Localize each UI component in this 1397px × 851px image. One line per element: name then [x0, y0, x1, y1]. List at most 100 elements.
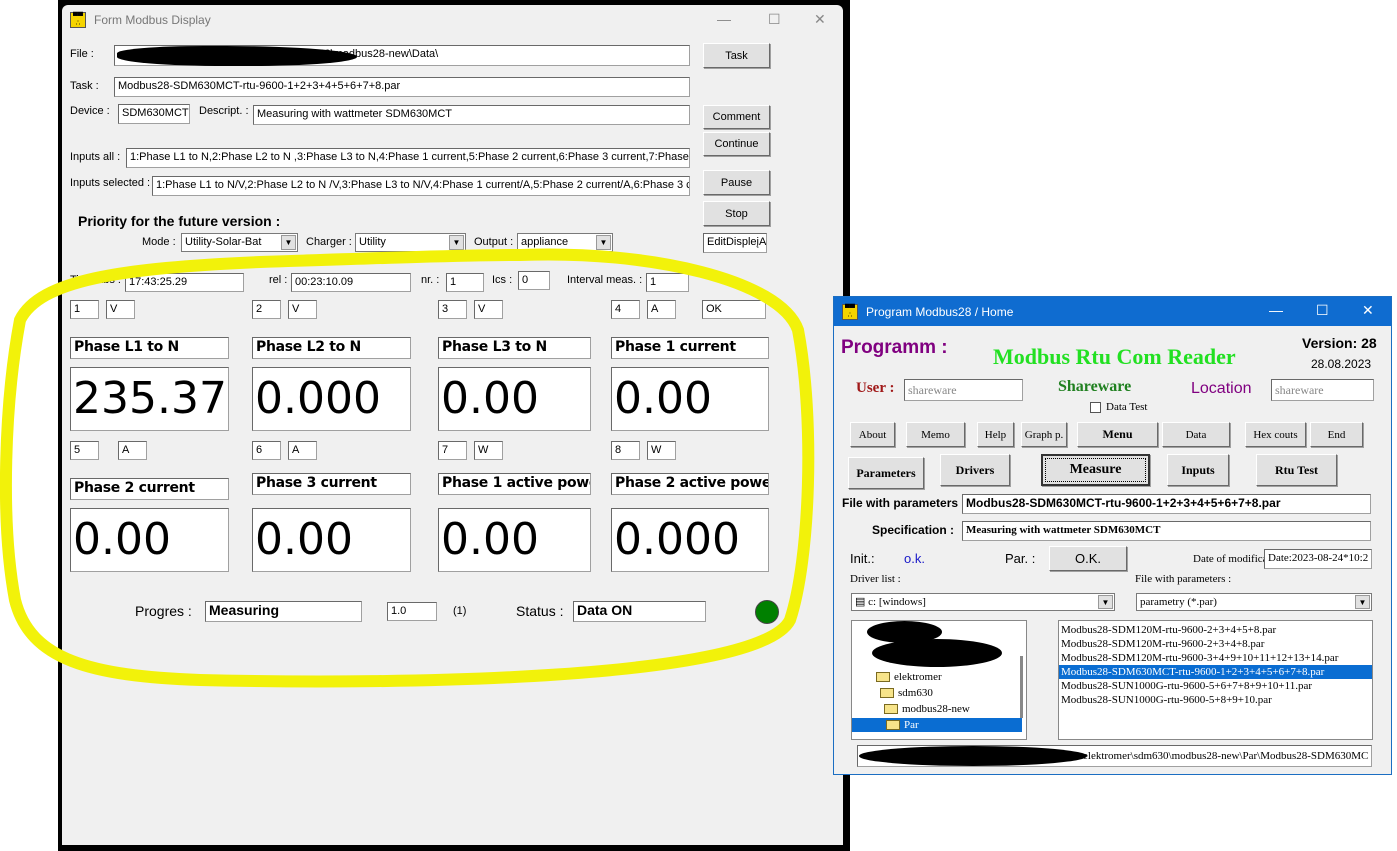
tree-folder[interactable]: modbus28-new	[882, 702, 970, 716]
scrollbar[interactable]	[1020, 656, 1023, 718]
toolbar-button-graph-p[interactable]: Graph p.	[1021, 422, 1067, 447]
toolbar-button-measure[interactable]: Measure	[1041, 454, 1150, 486]
channel-index-field[interactable]: 7	[438, 441, 467, 460]
nr-field[interactable]: 1	[446, 273, 484, 292]
close-button[interactable]: ✕	[1362, 302, 1374, 319]
output-select[interactable]: appliance ▼	[517, 233, 613, 252]
channel-label[interactable]: Phase 3 current	[252, 473, 411, 495]
device-field[interactable]: SDM630MCT	[118, 104, 190, 124]
channel-unit-field[interactable]: A	[118, 441, 147, 460]
task-field[interactable]: Modbus28-SDM630MCT-rtu-9600-1+2+3+4+5+6+…	[114, 77, 690, 97]
interval-field[interactable]: 1	[646, 273, 689, 292]
pause-button[interactable]: Pause	[703, 170, 770, 195]
descript-label: Descript. :	[199, 105, 249, 117]
file-list-item[interactable]: Modbus28-SDM630MCT-rtu-9600-1+2+3+4+5+6+…	[1059, 665, 1372, 679]
task-button[interactable]: Task	[703, 43, 770, 68]
user-field[interactable]: shareware	[904, 379, 1023, 401]
channel-label[interactable]: Phase 1 current	[611, 337, 769, 359]
tree-folder[interactable]: elektromer	[874, 670, 942, 684]
stop-button[interactable]: Stop	[703, 201, 770, 226]
channel-index-field[interactable]: 4	[611, 300, 640, 319]
minimize-button[interactable]: —	[1269, 302, 1283, 318]
channel-value[interactable]: 235.37	[70, 367, 229, 431]
filter-select[interactable]: parametry (*.par) ▼	[1136, 593, 1372, 611]
channel-value[interactable]: 0.000	[611, 508, 769, 572]
tree-folder-selected[interactable]: Par	[852, 718, 1022, 732]
toolbar-button-rtu-test[interactable]: Rtu Test	[1256, 454, 1337, 486]
channel-label[interactable]: Phase L3 to N	[438, 337, 591, 359]
file-list-item[interactable]: Modbus28-SUN1000G-rtu-9600-5+6+7+8+9+10+…	[1059, 679, 1372, 693]
location-label: Location	[1191, 380, 1252, 397]
channel-value[interactable]: 0.00	[252, 508, 411, 572]
toolbar-button-hex-couts[interactable]: Hex couts	[1245, 422, 1306, 447]
progres-field[interactable]: Measuring	[205, 601, 362, 622]
data-test-checkbox[interactable]	[1090, 402, 1101, 413]
driver-select[interactable]: ▤ c: [windows] ▼	[851, 593, 1115, 611]
file-list[interactable]: Modbus28-SDM120M-rtu-9600-2+3+4+5+8.par M…	[1058, 620, 1373, 740]
inputs-all-field[interactable]: 1:Phase L1 to N,2:Phase L2 to N ,3:Phase…	[126, 148, 690, 168]
toolbar-button-parameters[interactable]: Parameters	[848, 457, 924, 489]
channel-value[interactable]: 0.00	[70, 508, 229, 572]
channel-unit-field[interactable]: V	[474, 300, 503, 319]
channel-index-field[interactable]: 5	[70, 441, 99, 460]
channel-index-field[interactable]: 6	[252, 441, 281, 460]
date-mod-field[interactable]: Date:2023-08-24*10:2	[1264, 549, 1372, 569]
channel-index-field[interactable]: 2	[252, 300, 281, 319]
edit-display-field[interactable]: EditDispleįAp	[703, 233, 767, 253]
continue-button[interactable]: Continue	[703, 132, 770, 156]
channel-index-field[interactable]: 3	[438, 300, 467, 319]
ok-status-field[interactable]: OK	[702, 300, 766, 319]
file-list-item[interactable]: Modbus28-SDM120M-rtu-9600-2+3+4+5+8.par	[1059, 623, 1372, 637]
channel-unit-field[interactable]: V	[106, 300, 135, 319]
toolbar-button-data[interactable]: Data	[1162, 422, 1230, 447]
maximize-button[interactable]: ☐	[768, 11, 781, 28]
channel-label[interactable]: Phase 2 active power	[611, 473, 769, 495]
chevron-down-icon: ▼	[449, 235, 464, 250]
ics-field[interactable]: 0	[518, 271, 550, 290]
par-ok-button[interactable]: O.K.	[1049, 546, 1127, 571]
channel-unit-field[interactable]: W	[647, 441, 676, 460]
channel-unit-field[interactable]: W	[474, 441, 503, 460]
progres-number-field[interactable]: 1.0	[387, 602, 437, 621]
toolbar-button-help[interactable]: Help	[977, 422, 1014, 447]
description-field[interactable]: Measuring with wattmeter SDM630MCT	[253, 105, 690, 125]
redaction	[859, 746, 1087, 766]
channel-value[interactable]: 0.00	[438, 508, 591, 572]
toolbar-button-about[interactable]: About	[850, 422, 895, 447]
file-list-item[interactable]: Modbus28-SUN1000G-rtu-9600-5+8+9+10.par	[1059, 693, 1372, 707]
close-button[interactable]: ✕	[814, 11, 826, 28]
toolbar-button-end[interactable]: End	[1310, 422, 1363, 447]
channel-value[interactable]: 0.00	[438, 367, 591, 431]
tree-folder[interactable]: sdm630	[878, 686, 933, 700]
specification-field[interactable]: Measuring with wattmeter SDM630MCT	[962, 521, 1371, 541]
toolbar-button-menu[interactable]: Menu	[1077, 422, 1158, 447]
file-list-item[interactable]: Modbus28-SDM120M-rtu-9600-2+3+4+8.par	[1059, 637, 1372, 651]
channel-label[interactable]: Phase L1 to N	[70, 337, 229, 359]
channel-value[interactable]: 0.000	[252, 367, 411, 431]
minimize-button[interactable]: —	[717, 11, 731, 27]
toolbar-button-memo[interactable]: Memo	[906, 422, 965, 447]
folder-tree[interactable]: elektromer sdm630 modbus28-new Par	[851, 620, 1027, 740]
file-list-item[interactable]: Modbus28-SDM120M-rtu-9600-3+4+9+10+11+12…	[1059, 651, 1372, 665]
channel-label[interactable]: Phase L2 to N	[252, 337, 411, 359]
channel-label[interactable]: Phase 1 active power	[438, 473, 591, 495]
channel-index-field[interactable]: 8	[611, 441, 640, 460]
rel-field[interactable]: 00:23:10.09	[291, 273, 411, 292]
maximize-button[interactable]: ☐	[1316, 302, 1329, 319]
status-field[interactable]: Data ON	[573, 601, 706, 622]
location-field[interactable]: shareware	[1271, 379, 1374, 401]
toolbar-button-drivers[interactable]: Drivers	[940, 454, 1010, 486]
file-params-field[interactable]: Modbus28-SDM630MCT-rtu-9600-1+2+3+4+5+6+…	[962, 494, 1371, 514]
channel-label[interactable]: Phase 2 current	[70, 478, 229, 500]
inputs-selected-field[interactable]: 1:Phase L1 to N/V,2:Phase L2 to N /V,3:P…	[152, 176, 690, 196]
channel-unit-field[interactable]: V	[288, 300, 317, 319]
channel-value[interactable]: 0.00	[611, 367, 769, 431]
comment-button[interactable]: Comment	[703, 105, 770, 129]
mode-select[interactable]: Utility-Solar-Bat ▼	[181, 233, 298, 252]
charger-select[interactable]: Utility ▼	[355, 233, 466, 252]
channel-index-field[interactable]: 1	[70, 300, 99, 319]
channel-unit-field[interactable]: A	[647, 300, 676, 319]
channel-unit-field[interactable]: A	[288, 441, 317, 460]
time-abs-field[interactable]: 17:43:25.29	[125, 273, 244, 292]
toolbar-button-inputs[interactable]: Inputs	[1167, 454, 1229, 486]
